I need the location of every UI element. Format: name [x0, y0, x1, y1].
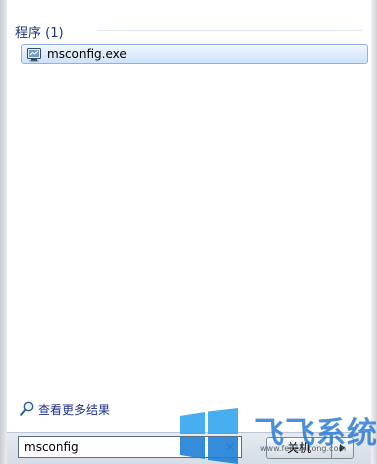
start-menu-search-window: 程序 (1) msconfig.exe 查看更多结果 msconfig ✕ 关机… — [0, 0, 377, 464]
search-results-panel: 程序 (1) msconfig.exe 查看更多结果 — [7, 0, 371, 432]
shutdown-options-button[interactable] — [331, 437, 354, 459]
group-divider — [97, 30, 363, 31]
search-input[interactable] — [24, 439, 219, 455]
see-more-results-label: 查看更多结果 — [38, 403, 111, 417]
shutdown-button[interactable]: 关机 — [266, 437, 332, 459]
result-item-msconfig[interactable]: msconfig.exe — [21, 44, 368, 64]
programs-group-header: 程序 (1) — [15, 20, 365, 41]
chevron-right-icon — [340, 444, 345, 452]
search-box: ✕ — [18, 436, 242, 458]
search-icon — [20, 401, 34, 416]
left-frame-edge — [0, 0, 7, 464]
msconfig-app-icon — [27, 47, 41, 62]
clear-search-button[interactable]: ✕ — [223, 439, 237, 455]
group-title: 程序 (1) — [15, 26, 64, 41]
see-more-results-link[interactable]: 查看更多结果 — [20, 400, 180, 418]
right-frame-edge — [371, 0, 377, 464]
result-item-label: msconfig.exe — [47, 47, 127, 61]
